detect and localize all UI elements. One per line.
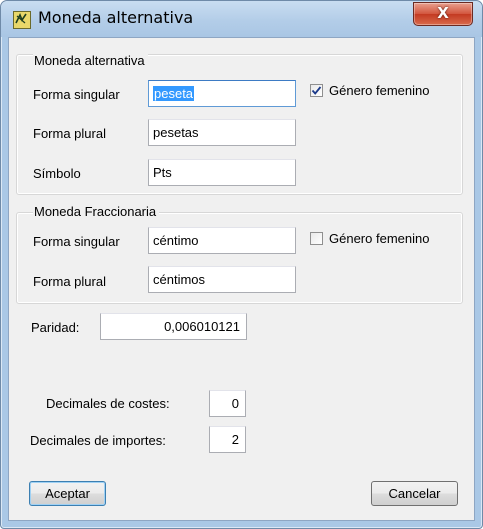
frac-plural-input[interactable]: céntimos — [148, 266, 296, 293]
frac-feminine-label: Género femenino — [329, 231, 430, 246]
decimales-costes-label: Decimales de costes: — [46, 396, 170, 411]
app-icon — [13, 11, 31, 29]
paridad-label: Paridad: — [31, 320, 80, 335]
alt-feminine-label: Género femenino — [329, 83, 430, 98]
singular-value: peseta — [153, 86, 195, 101]
paridad-input[interactable]: 0,006010121 — [100, 313, 247, 340]
singular-input[interactable]: peseta — [148, 80, 296, 107]
symbol-label: Símbolo — [33, 166, 81, 181]
moneda-fraccionaria-legend: Moneda Fraccionaria — [33, 204, 160, 219]
symbol-input[interactable]: Pts — [148, 159, 296, 186]
accept-button[interactable]: Aceptar — [29, 481, 106, 506]
title-bar[interactable]: Moneda alternativa X — [1, 1, 482, 37]
alt-feminine-checkbox[interactable] — [310, 84, 323, 97]
singular-label: Forma singular — [33, 87, 120, 102]
plural-input[interactable]: pesetas — [148, 119, 296, 146]
plural-label: Forma plural — [33, 126, 106, 141]
cancel-button[interactable]: Cancelar — [371, 481, 458, 506]
moneda-alternativa-legend: Moneda alternativa — [33, 53, 148, 68]
window-title: Moneda alternativa — [38, 8, 194, 27]
close-button[interactable]: X — [413, 2, 473, 26]
frac-singular-label: Forma singular — [33, 234, 120, 249]
frac-singular-input[interactable]: céntimo — [148, 227, 296, 254]
decimales-importes-label: Decimales de importes: — [30, 433, 166, 448]
close-icon: X — [437, 4, 449, 22]
frac-feminine-checkbox[interactable] — [310, 232, 323, 245]
checkmark-icon — [311, 86, 322, 95]
frac-plural-label: Forma plural — [33, 274, 106, 289]
decimales-importes-input[interactable]: 2 — [209, 426, 246, 453]
decimales-costes-input[interactable]: 0 — [209, 390, 246, 417]
